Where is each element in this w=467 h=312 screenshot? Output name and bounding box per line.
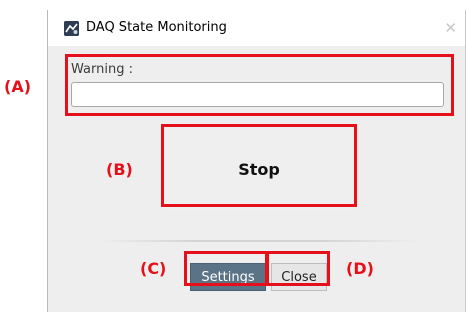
screenshot-stage: DAQ State Monitoring ✕ Warning : Stop Se… — [0, 0, 467, 312]
title-bar: DAQ State Monitoring ✕ — [48, 10, 465, 46]
divider — [98, 240, 418, 242]
annotation-label-a: (A) — [4, 77, 32, 96]
annotation-label-d: (D) — [346, 259, 374, 278]
warning-label: Warning : — [71, 62, 133, 77]
warning-field[interactable] — [71, 82, 444, 107]
settings-button[interactable]: Settings — [190, 263, 266, 291]
daq-app-icon — [64, 21, 79, 36]
stop-button[interactable]: Stop — [164, 128, 354, 210]
annotation-label-c: (C) — [140, 259, 167, 278]
close-button[interactable]: Close — [271, 263, 327, 291]
annotation-label-b: (B) — [106, 160, 133, 179]
close-icon[interactable]: ✕ — [444, 19, 457, 37]
window-title: DAQ State Monitoring — [86, 20, 227, 35]
